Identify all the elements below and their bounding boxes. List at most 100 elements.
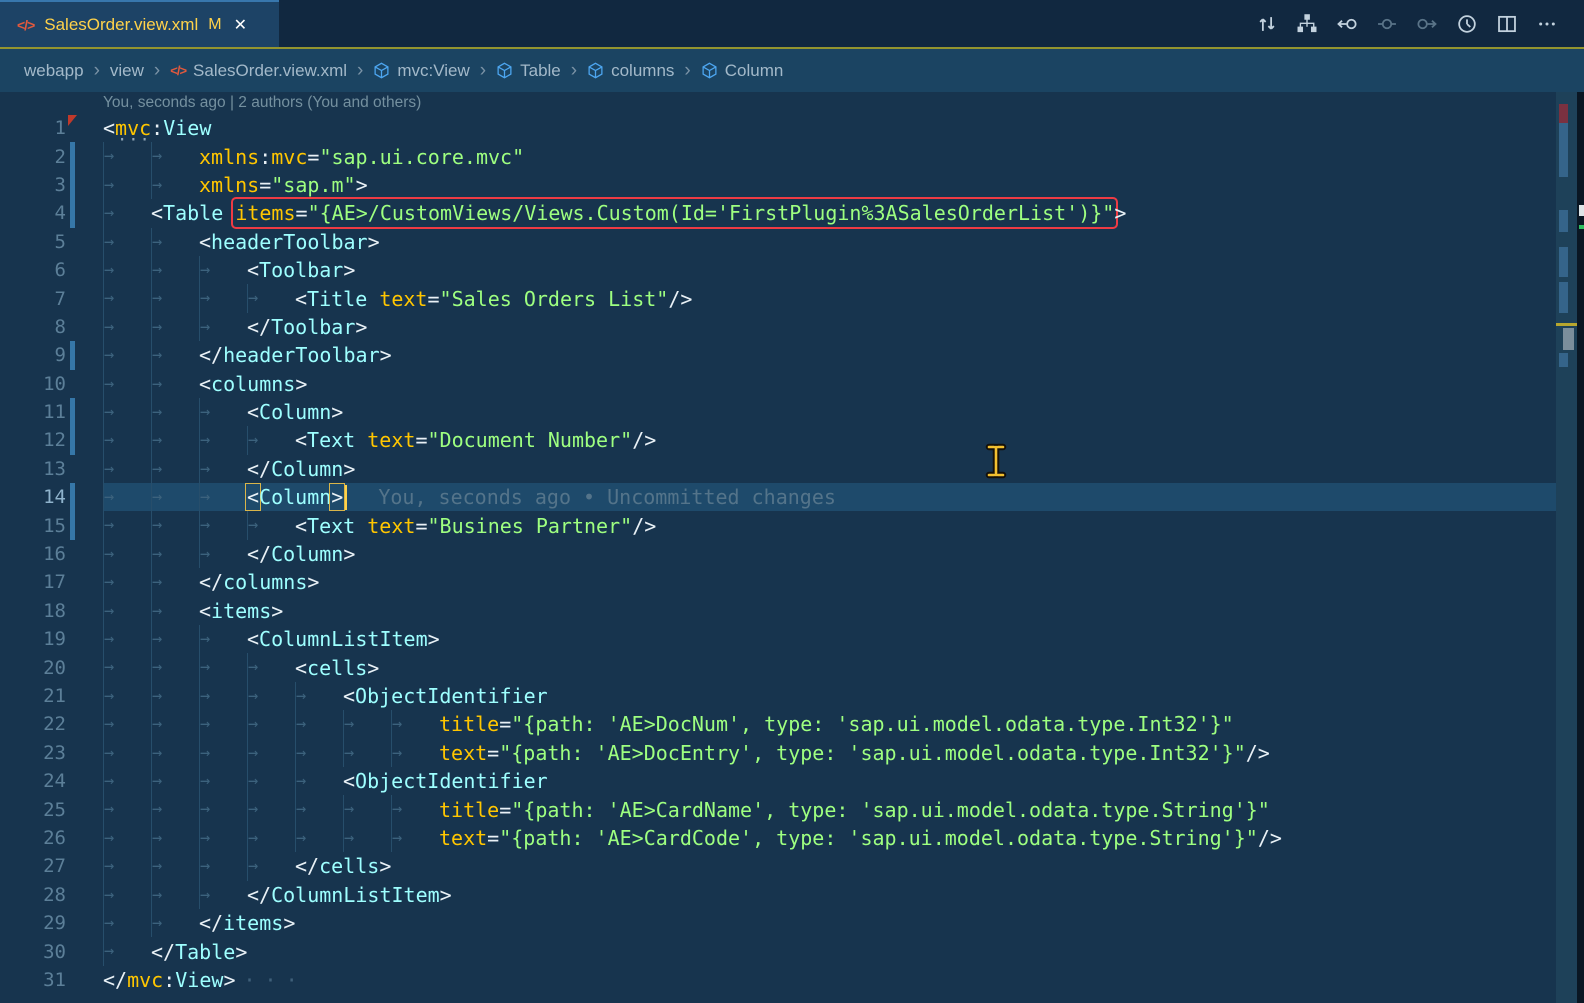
file-history-icon[interactable] bbox=[1455, 12, 1478, 35]
current-change-icon[interactable] bbox=[1375, 12, 1398, 35]
code-line[interactable]: 9 →→</headerToolbar> bbox=[0, 341, 1584, 369]
gutter[interactable] bbox=[66, 455, 103, 483]
code-line[interactable]: 25→→→→→→→title="{path: 'AE>CardName', ty… bbox=[0, 795, 1584, 823]
code-content[interactable]: →→<headerToolbar> bbox=[103, 228, 1556, 256]
code-line[interactable]: 31</mvc:View>··· bbox=[0, 966, 1584, 994]
code-line[interactable]: 22 →→→→→→→title="{path: 'AE>DocNum', type… bbox=[0, 710, 1584, 738]
line-number[interactable]: 26 bbox=[0, 827, 66, 849]
line-number[interactable]: 1 bbox=[0, 117, 66, 139]
gutter[interactable] bbox=[66, 795, 103, 823]
gutter[interactable] bbox=[66, 256, 103, 284]
gutter[interactable] bbox=[66, 710, 103, 738]
breadcrumb-item[interactable]: Table bbox=[496, 61, 561, 81]
code-content[interactable]: →→→→<Title text="Sales Orders List"/> bbox=[103, 284, 1556, 312]
code-line[interactable]: 2 →→xmlns:mvc="sap.ui.core.mvc" bbox=[0, 142, 1584, 170]
code-line[interactable]: 18 →→<items> bbox=[0, 597, 1584, 625]
gutter[interactable] bbox=[66, 937, 103, 965]
line-number[interactable]: 14 bbox=[0, 486, 66, 508]
breadcrumb-item[interactable]: view bbox=[110, 61, 144, 81]
line-number[interactable]: 31 bbox=[0, 969, 66, 991]
gutter[interactable] bbox=[66, 228, 103, 256]
line-number[interactable]: 17 bbox=[0, 571, 66, 593]
code-line[interactable]: 4→<Table items="{AE>/CustomViews/Views.C… bbox=[0, 199, 1584, 227]
code-line[interactable]: 16→→→</Column> bbox=[0, 540, 1584, 568]
gitlens-codelens[interactable]: You, seconds ago | 2 authors (You and ot… bbox=[103, 94, 421, 112]
line-number[interactable]: 15 bbox=[0, 515, 66, 537]
gutter[interactable] bbox=[66, 370, 103, 398]
next-change-icon[interactable] bbox=[1415, 12, 1438, 35]
gutter[interactable] bbox=[66, 682, 103, 710]
line-number[interactable]: 18 bbox=[0, 600, 66, 622]
line-number[interactable]: 13 bbox=[0, 458, 66, 480]
line-number[interactable]: 19 bbox=[0, 628, 66, 650]
commit-graph-icon[interactable] bbox=[1295, 12, 1318, 35]
code-line[interactable]: 13 →→→</Column> bbox=[0, 455, 1584, 483]
code-line[interactable]: 5 →→<headerToolbar> bbox=[0, 228, 1584, 256]
code-content[interactable]: →→</items> bbox=[103, 909, 1556, 937]
code-line[interactable]: 29 →→</items> bbox=[0, 909, 1584, 937]
gutter[interactable] bbox=[66, 653, 103, 681]
line-number[interactable]: 30 bbox=[0, 941, 66, 963]
line-number[interactable]: 22 bbox=[0, 713, 66, 735]
editor-tab[interactable]: </> SalesOrder.view.xml M ✕ bbox=[0, 0, 279, 47]
code-line[interactable]: 8→→→</Toolbar> bbox=[0, 313, 1584, 341]
line-number[interactable]: 11 bbox=[0, 401, 66, 423]
code-content[interactable]: →→</columns> bbox=[103, 568, 1556, 596]
code-content[interactable]: →→xmlns:mvc="sap.ui.core.mvc" bbox=[103, 142, 1556, 170]
gutter[interactable] bbox=[66, 284, 103, 312]
code-content[interactable]: →→→</Column> bbox=[103, 540, 1556, 568]
line-number[interactable]: 9 bbox=[0, 344, 66, 366]
code-content[interactable]: →<Table items="{AE>/CustomViews/Views.Cu… bbox=[103, 199, 1556, 227]
breadcrumb-item[interactable]: Column bbox=[701, 61, 784, 81]
previous-change-icon[interactable] bbox=[1335, 12, 1358, 35]
code-line[interactable]: 21 →→→→→<ObjectIdentifier bbox=[0, 682, 1584, 710]
code-line[interactable]: 1<mvc:View bbox=[0, 114, 1584, 142]
line-number[interactable]: 2 bbox=[0, 146, 66, 168]
close-tab-icon[interactable]: ✕ bbox=[234, 15, 247, 35]
code-content[interactable]: →→→</Column> bbox=[103, 455, 1556, 483]
line-number[interactable]: 29 bbox=[0, 912, 66, 934]
code-content[interactable]: →→→→→→→text="{path: 'AE>CardCode', type:… bbox=[103, 824, 1556, 852]
code-line[interactable]: 10→→<columns> bbox=[0, 370, 1584, 398]
line-number[interactable]: 23 bbox=[0, 742, 66, 764]
line-number[interactable]: 12 bbox=[0, 429, 66, 451]
code-content[interactable]: →→→→→→→text="{path: 'AE>DocEntry', type:… bbox=[103, 739, 1556, 767]
gutter[interactable] bbox=[66, 568, 103, 596]
gutter[interactable] bbox=[66, 625, 103, 653]
code-content[interactable]: →→</headerToolbar> bbox=[103, 341, 1556, 369]
code-line[interactable]: 20→→→→<cells> bbox=[0, 653, 1584, 681]
code-line[interactable]: 23 →→→→→→→text="{path: 'AE>DocEntry', typ… bbox=[0, 739, 1584, 767]
line-number[interactable]: 8 bbox=[0, 316, 66, 338]
gutter[interactable] bbox=[66, 597, 103, 625]
split-editor-icon[interactable] bbox=[1495, 12, 1518, 35]
line-number[interactable]: 21 bbox=[0, 685, 66, 707]
code-content[interactable]: →→→→<Text text="Document Number"/> bbox=[103, 426, 1556, 454]
gutter[interactable] bbox=[66, 966, 103, 994]
code-content[interactable]: →→→→→→→title="{path: 'AE>DocNum', type: … bbox=[103, 710, 1556, 738]
line-number[interactable]: 7 bbox=[0, 288, 66, 310]
line-number[interactable]: 5 bbox=[0, 231, 66, 253]
breadcrumb-item[interactable]: mvc:View bbox=[373, 61, 469, 81]
gutter[interactable] bbox=[66, 313, 103, 341]
line-number[interactable]: 20 bbox=[0, 657, 66, 679]
code-line[interactable]: 17 →→</columns> bbox=[0, 568, 1584, 596]
code-content[interactable]: →→→→<Text text="Busines Partner"/> bbox=[103, 511, 1556, 539]
code-line[interactable]: 19→→→<ColumnListItem> bbox=[0, 625, 1584, 653]
line-number[interactable]: 3 bbox=[0, 174, 66, 196]
code-content[interactable]: →→→→→<ObjectIdentifier bbox=[103, 682, 1556, 710]
breadcrumb-item[interactable]: columns bbox=[587, 61, 674, 81]
code-line[interactable]: 27→→→→</cells> bbox=[0, 852, 1584, 880]
code-content[interactable]: →→<items> bbox=[103, 597, 1556, 625]
breadcrumb-item[interactable]: </>SalesOrder.view.xml bbox=[170, 61, 347, 81]
code-line[interactable]: 24→→→→→<ObjectIdentifier bbox=[0, 767, 1584, 795]
code-line[interactable]: 6→→→<Toolbar> bbox=[0, 256, 1584, 284]
gutter[interactable] bbox=[66, 767, 103, 795]
code-content[interactable]: →→→→→<ObjectIdentifier bbox=[103, 767, 1556, 795]
code-content[interactable]: →→xmlns="sap.m"> bbox=[103, 171, 1556, 199]
code-content[interactable]: →</Table> bbox=[103, 937, 1556, 965]
code-line[interactable]: 15 →→→→<Text text="Busines Partner"/> bbox=[0, 511, 1584, 539]
line-number[interactable]: 6 bbox=[0, 259, 66, 281]
code-line[interactable]: 3 →→xmlns="sap.m"> bbox=[0, 171, 1584, 199]
code-content[interactable]: →→<columns> bbox=[103, 370, 1556, 398]
gutter[interactable] bbox=[66, 881, 103, 909]
